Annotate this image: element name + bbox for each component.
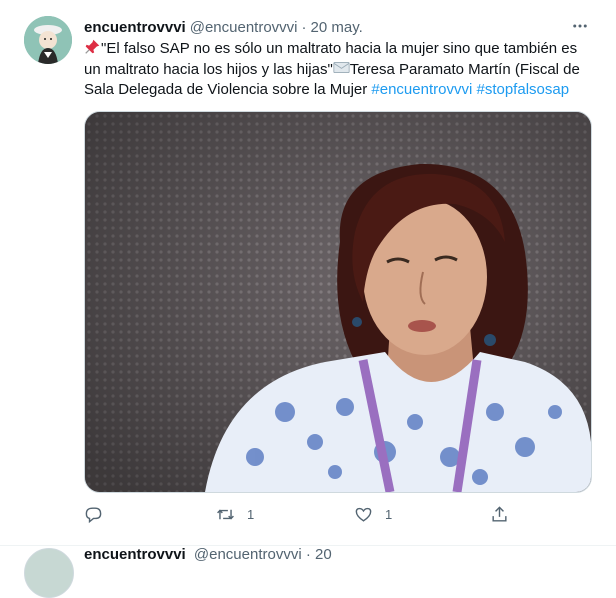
retweet-count: 1: [247, 506, 255, 522]
heart-icon: [355, 507, 372, 522]
user-handle[interactable]: @encuentrovvvi: [190, 19, 298, 36]
user-avatar[interactable]: [24, 16, 72, 64]
like-count: 1: [385, 506, 393, 522]
tweet-actions-bar: 1 1: [84, 500, 524, 528]
retweet-icon: [217, 509, 234, 519]
share-button[interactable]: [490, 505, 509, 524]
tweet-text: "El falso SAP no es sólo un maltrato hac…: [84, 38, 596, 100]
display-name[interactable]: encuentrovvvi: [84, 19, 186, 36]
hashtag-link-stopfalsosap[interactable]: #stopfalsosap: [476, 81, 569, 98]
like-button[interactable]: 1: [354, 505, 392, 524]
tweet-date[interactable]: 20 may.: [311, 19, 363, 36]
separator-dot: ·: [301, 18, 307, 36]
reply-icon: [85, 506, 102, 523]
more-horizontal-icon: [573, 24, 587, 28]
reply-button[interactable]: [84, 505, 103, 524]
avatar-illustration-icon: [24, 16, 72, 64]
hashtag-link-encuentrovvvi[interactable]: #encuentrovvvi: [371, 81, 472, 98]
retweet-button[interactable]: 1: [216, 505, 254, 524]
next-tweet-avatar[interactable]: [24, 548, 74, 598]
photo-woman-speaking: [85, 112, 591, 492]
share-icon: [492, 505, 507, 522]
envelope-icon: [333, 61, 350, 74]
tweet-media-photo[interactable]: [84, 111, 592, 493]
pushpin-icon: [85, 39, 100, 54]
next-tweet-preview[interactable]: encuentrovvvi @encuentrovvvi · 20: [0, 546, 616, 598]
tweet-card[interactable]: encuentrovvvi @encuentrovvvi · 20 may. "…: [0, 0, 616, 546]
more-options-button[interactable]: [568, 14, 592, 38]
tweet-header: encuentrovvvi @encuentrovvvi · 20 may.: [84, 16, 596, 38]
